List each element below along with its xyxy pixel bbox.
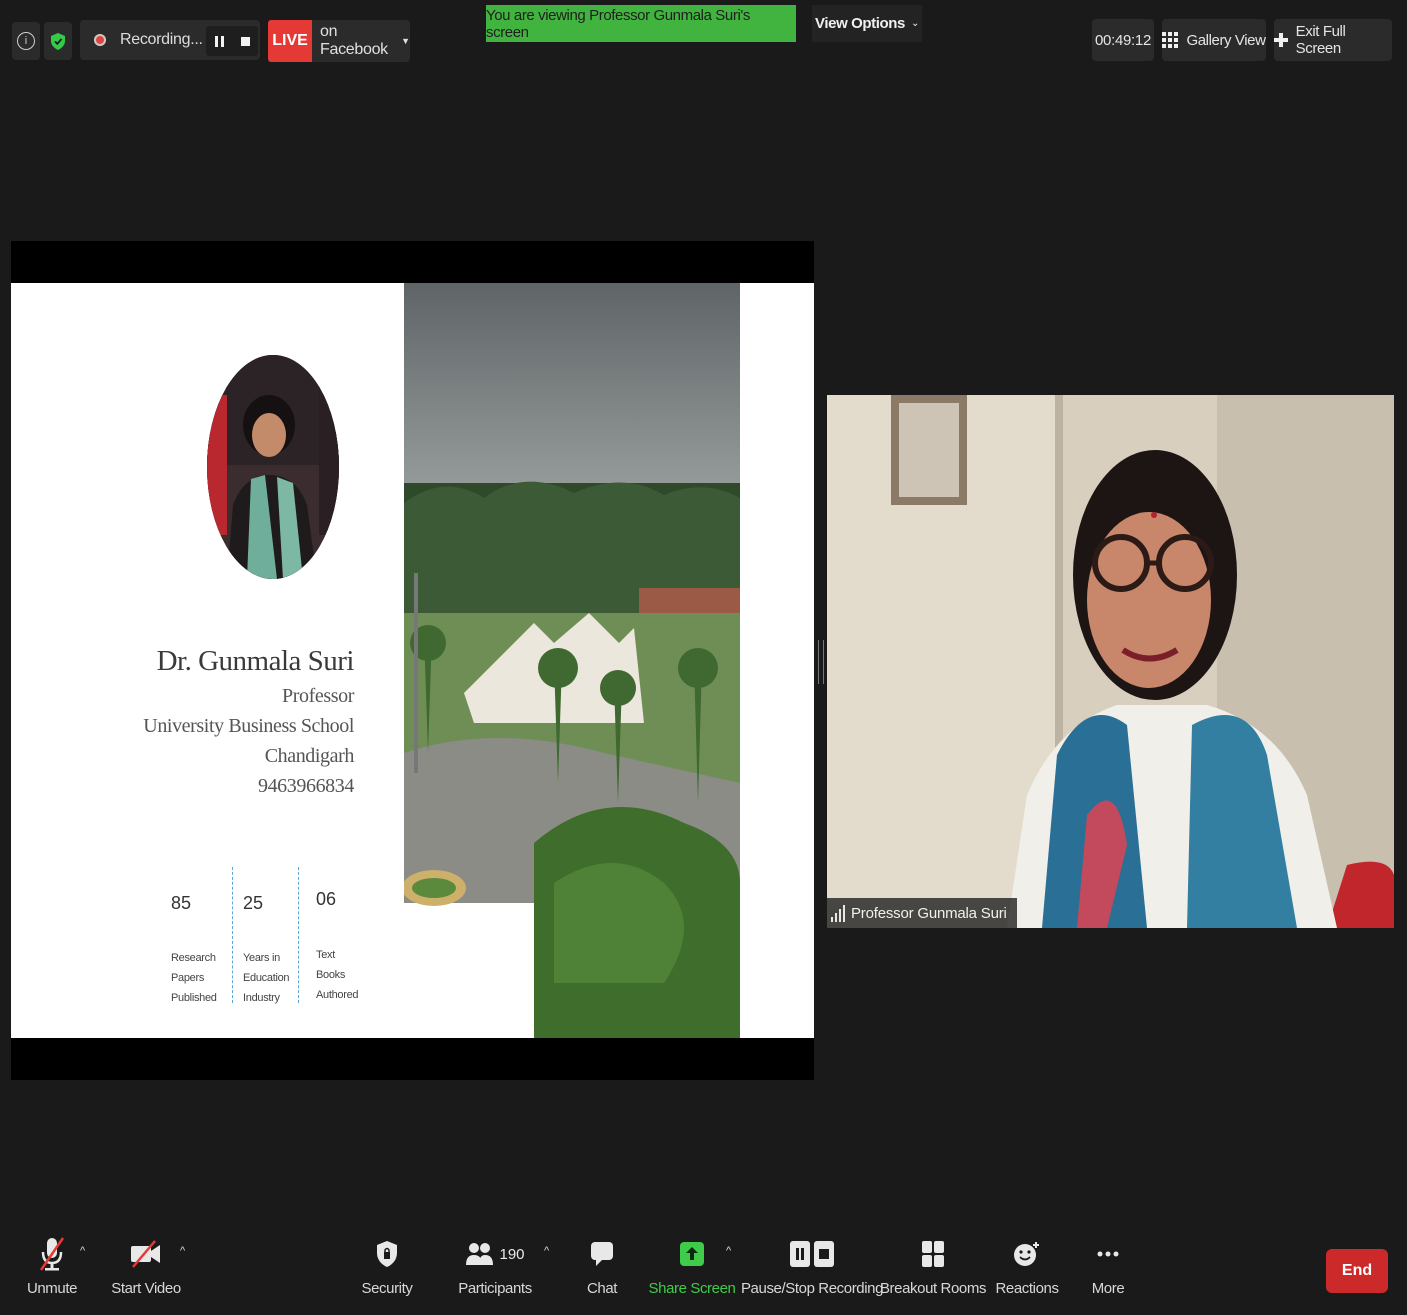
profile-photo [207,355,339,579]
participants-count: 190 [499,1245,525,1263]
audio-options-caret-icon[interactable]: ^ [80,1245,85,1257]
unmute-label: Unmute [26,1280,78,1297]
stat-caption-line: Published [171,992,217,1004]
live-badge[interactable]: LIVE [268,20,312,62]
stat-caption-line: Authored [316,989,359,1001]
stop-recording-icon[interactable] [240,36,250,46]
live-stream-target-dropdown[interactable]: on Facebook ▼ [312,20,410,62]
gallery-view-button[interactable]: Gallery View [1162,19,1266,61]
stat-value: 25 [243,893,264,913]
video-options-caret-icon[interactable]: ^ [180,1245,185,1257]
participants-options-caret-icon[interactable]: ^ [544,1245,549,1257]
chevron-down-icon: ⌄ [910,18,919,29]
more-button[interactable]: More [1086,1232,1130,1312]
end-meeting-button[interactable]: End [1326,1249,1388,1293]
participant-name-tag: Professor Gunmala Suri [827,898,1017,928]
presenter-institution: University Business School [143,715,354,737]
security-button[interactable]: Security [356,1232,418,1312]
encryption-shield-icon[interactable] [44,22,72,60]
chat-bubble-icon [590,1232,614,1276]
stat-caption-line: Education [243,972,290,984]
shared-slide: Dr. Gunmala Suri Professor University Bu… [11,283,814,1038]
pause-stop-recording-icon [789,1232,835,1276]
view-options-label: View Options [815,15,905,32]
stat-caption-line: Years in [243,952,280,964]
participants-button[interactable]: 190 Participants [458,1232,532,1312]
exit-fullscreen-icon [1274,33,1288,47]
grid-icon [1162,32,1179,48]
presenter-city: Chandigarh [264,745,355,767]
meeting-info-icon[interactable]: i [12,22,40,60]
participant-video [827,395,1394,928]
record-dot-icon [94,34,106,46]
pause-stop-recording-button[interactable]: Pause/Stop Recording [741,1232,883,1312]
presenter-name: Dr. Gunmala Suri [156,645,355,677]
stat-caption-line: Industry [243,992,280,1004]
participants-icon: 190 [465,1232,525,1276]
start-video-button[interactable]: Start Video [110,1232,182,1312]
participant-video-tile[interactable]: Professor Gunmala Suri [827,395,1394,928]
reactions-button[interactable]: Reactions [995,1232,1059,1312]
recording-controls [206,26,258,56]
unmute-button[interactable]: Unmute [22,1232,82,1312]
participant-name: Professor Gunmala Suri [851,904,1007,922]
chat-button[interactable]: Chat [580,1232,624,1312]
stat-caption: Research Papers Published [171,948,217,1008]
share-screen-label: Share Screen [648,1280,736,1297]
stat-caption: Years in Education Industry [243,948,290,1008]
video-off-icon [129,1232,163,1276]
chat-label: Chat [586,1280,618,1297]
view-options-button[interactable]: View Options ⌄ [812,5,922,42]
stat-value: 85 [171,893,192,913]
reactions-label: Reactions [995,1280,1059,1297]
start-video-label: Start Video [111,1280,181,1297]
stat-value: 06 [316,889,337,909]
participants-label: Participants [458,1280,532,1297]
campus-photo [404,283,740,1038]
stat-caption-line: Books [316,969,346,981]
meeting-timer: 00:49:12 [1092,19,1154,61]
exit-full-screen-label: Exit Full Screen [1295,23,1346,57]
pause-stop-recording-label: Pause/Stop Recording [740,1280,884,1297]
smiley-plus-icon [1013,1232,1041,1276]
presenter-phone: 9463966834 [257,775,354,797]
security-shield-icon [376,1232,398,1276]
stat-divider [232,867,233,1003]
stat-caption-line: Papers [171,972,205,984]
signal-strength-icon [831,904,845,922]
recording-label: Recording... [120,31,203,48]
breakout-rooms-label: Breakout Rooms [879,1280,987,1297]
stat-caption: Text Books Authored [316,945,359,1005]
info-icon: i [17,32,35,50]
stat-caption-line: Research [171,952,216,964]
more-label: More [1091,1280,1125,1297]
stat-divider [298,867,299,1003]
gallery-view-label: Gallery View [1186,31,1266,49]
stream-target-label: on Facebook [320,23,388,58]
stat-caption-line: Text [316,949,335,961]
ellipsis-icon [1096,1232,1120,1276]
muted-microphone-icon [37,1232,67,1276]
share-screen-button[interactable]: Share Screen [649,1232,736,1312]
presenter-title: Professor [282,685,354,707]
breakout-rooms-icon [921,1232,945,1276]
caret-down-icon: ▼ [401,36,410,46]
share-screen-icon [679,1232,705,1276]
share-options-caret-icon[interactable]: ^ [726,1245,731,1257]
exit-full-screen-button[interactable]: Exit Full Screen [1274,19,1392,61]
security-label: Security [361,1280,413,1297]
shield-check-icon [51,32,65,50]
breakout-rooms-button[interactable]: Breakout Rooms [880,1232,986,1312]
viewing-screen-banner: You are viewing Professor Gunmala Suri's… [486,5,796,42]
split-view-handle[interactable] [818,640,824,684]
pause-recording-icon[interactable] [214,35,224,47]
